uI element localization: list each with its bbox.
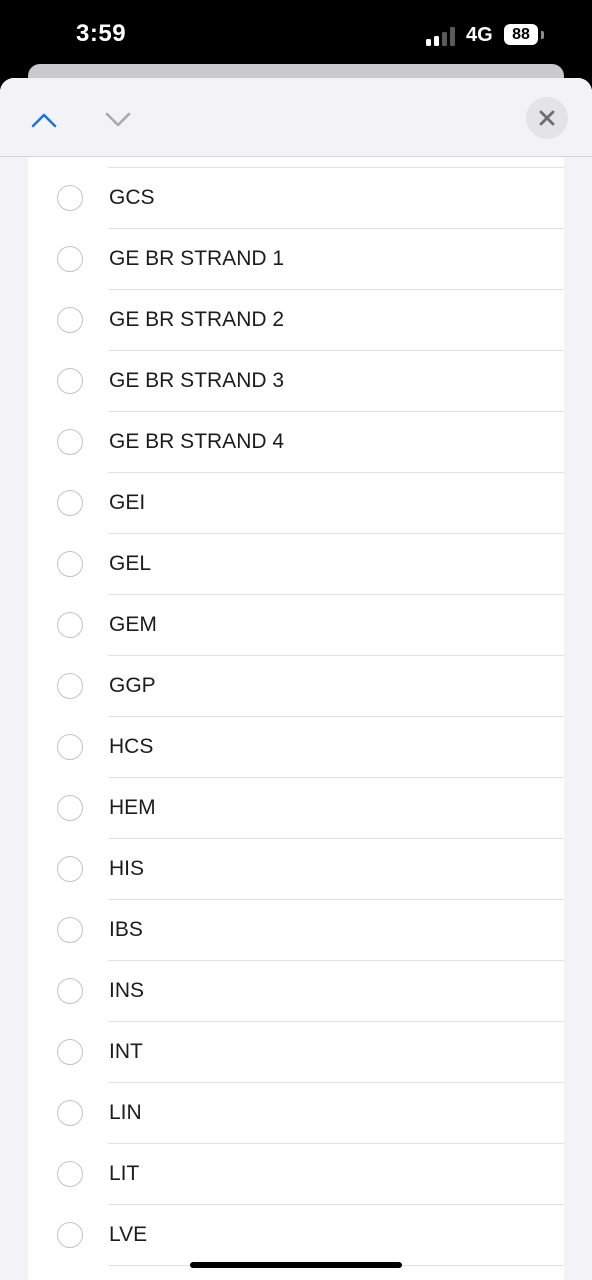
option-label: LVE	[109, 1223, 148, 1246]
radio-button[interactable]	[57, 307, 83, 333]
option-row[interactable]: FLX	[28, 157, 564, 168]
battery-nub	[541, 31, 544, 39]
option-row[interactable]: HCS	[28, 717, 564, 778]
radio-button[interactable]	[57, 856, 83, 882]
option-label: INT	[109, 1040, 143, 1063]
radio-button[interactable]	[57, 1039, 83, 1065]
option-label: HCS	[109, 735, 154, 758]
status-time: 3:59	[76, 20, 127, 47]
option-row[interactable]: GEI	[28, 473, 564, 534]
radio-button[interactable]	[57, 917, 83, 943]
option-label: GEL	[109, 552, 152, 575]
option-label: GE BR STRAND 4	[109, 430, 285, 453]
option-row[interactable]: GE BR STRAND 1	[28, 229, 564, 290]
radio-button[interactable]	[57, 795, 83, 821]
radio-button[interactable]	[57, 551, 83, 577]
option-label: IBS	[109, 918, 143, 941]
option-row[interactable]: INT	[28, 1022, 564, 1083]
chevron-up-icon	[31, 113, 57, 128]
signal-strength-icon	[426, 26, 458, 46]
option-label: GEM	[109, 613, 157, 636]
option-label: LIT	[109, 1162, 140, 1185]
option-label: GE BR STRAND 1	[109, 247, 285, 270]
chevron-down-icon	[105, 112, 131, 127]
option-label: GEI	[109, 491, 146, 514]
home-indicator[interactable]	[190, 1262, 402, 1268]
option-label: GE BR STRAND 3	[109, 369, 285, 392]
option-row[interactable]: GE BR STRAND 3	[28, 351, 564, 412]
option-label: GCS	[109, 186, 155, 209]
previous-field-button[interactable]	[26, 102, 62, 138]
option-row[interactable]: LIN	[28, 1083, 564, 1144]
radio-button[interactable]	[57, 978, 83, 1004]
option-row[interactable]: IBS	[28, 900, 564, 961]
radio-button[interactable]	[57, 490, 83, 516]
option-label: HEM	[109, 796, 156, 819]
option-label: INS	[109, 979, 145, 1002]
option-row[interactable]: INS	[28, 961, 564, 1022]
battery-icon: 88	[504, 24, 538, 45]
radio-button[interactable]	[57, 1161, 83, 1187]
radio-button[interactable]	[57, 1222, 83, 1248]
radio-button[interactable]	[57, 612, 83, 638]
option-row[interactable]: GE BR STRAND 2	[28, 290, 564, 351]
radio-button[interactable]	[57, 673, 83, 699]
close-button[interactable]	[526, 97, 568, 139]
options-list-content: FLX GCS GE BR STRAND 1 GE BR STRAND 2 GE BR …	[28, 157, 564, 1266]
option-row[interactable]: GCS	[28, 168, 564, 229]
picker-sheet: FLX GCS GE BR STRAND 1 GE BR STRAND 2 GE BR …	[0, 78, 592, 1280]
radio-button[interactable]	[57, 368, 83, 394]
radio-button[interactable]	[57, 1100, 83, 1126]
option-row[interactable]: HEM	[28, 778, 564, 839]
option-label: HIS	[109, 857, 145, 880]
option-row[interactable]: LVE	[28, 1205, 564, 1266]
radio-button[interactable]	[57, 734, 83, 760]
radio-button[interactable]	[57, 246, 83, 272]
radio-button[interactable]	[57, 429, 83, 455]
radio-button[interactable]	[57, 185, 83, 211]
picker-toolbar	[0, 78, 592, 157]
option-row[interactable]: GGP	[28, 656, 564, 717]
close-icon	[539, 110, 555, 126]
network-type: 4G	[466, 24, 493, 46]
option-row[interactable]: GE BR STRAND 4	[28, 412, 564, 473]
option-row[interactable]: GEL	[28, 534, 564, 595]
option-label: LIN	[109, 1101, 142, 1124]
option-label: GGP	[109, 674, 156, 697]
battery-level: 88	[512, 26, 530, 43]
options-list[interactable]: FLX GCS GE BR STRAND 1 GE BR STRAND 2 GE BR …	[28, 157, 564, 1280]
next-field-button[interactable]	[100, 102, 136, 138]
option-row[interactable]: HIS	[28, 839, 564, 900]
option-label: GE BR STRAND 2	[109, 308, 285, 331]
option-row[interactable]: LIT	[28, 1144, 564, 1205]
option-row[interactable]: GEM	[28, 595, 564, 656]
